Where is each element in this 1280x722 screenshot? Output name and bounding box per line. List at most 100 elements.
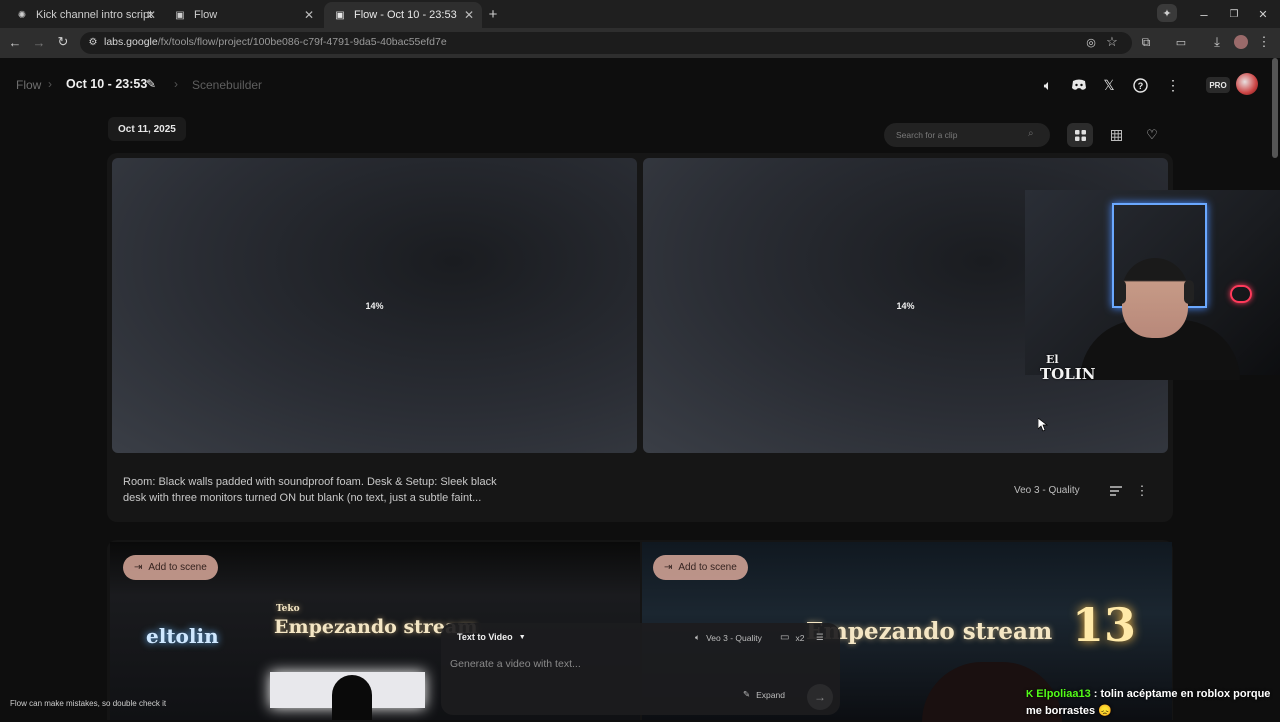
arrow-right-icon: → [814,690,826,704]
clip-model-label: Veo 3 - Quality [1014,485,1080,496]
add-to-scene-label: Add to scene [148,562,207,573]
aspect-ratio-icon: ▭ [780,632,790,643]
chat-username: Elpoliaa13 [1036,688,1091,700]
add-scene-icon: ⇥ [134,562,143,573]
pro-badge: PRO [1206,77,1230,93]
close-icon[interactable]: ✕ [304,8,314,22]
scene-right-number: 13 [1072,598,1137,652]
chat-message: K Elpoliaa13 : tolin acéptame en roblox … [1026,686,1280,719]
cam-logo: El TOLIN [1040,352,1096,382]
profile-avatar[interactable] [1234,35,1248,49]
more-vert-icon[interactable]: ⋮ [1162,74,1184,96]
headphone-left [1116,280,1126,304]
url-host: labs.google [104,36,158,48]
view-grid-large-button[interactable] [1067,123,1093,147]
extensions-icon[interactable]: ⧉ [1138,34,1154,50]
dropdown-caret-icon: ▼ [518,633,526,641]
send-arrow-button[interactable]: → [807,684,833,710]
flow-icon: ▣ [175,9,185,21]
sound-icon[interactable]: 🔈︎ [1037,74,1059,96]
reuse-prompt-icon[interactable] [1108,483,1124,499]
eye-off-icon[interactable]: ◎ [1083,34,1099,50]
scene-left-small-title: Teko [276,604,300,614]
cast-icon[interactable]: ▭ [1173,34,1189,50]
grid-large-icon [1074,129,1086,141]
add-to-scene-label: Add to scene [678,562,737,573]
download-icon[interactable]: ⤓ [1209,34,1225,50]
tab-label: Flow - Oct 10 - 23:53 [354,9,457,21]
view-grid-small-button[interactable] [1103,123,1129,147]
mouse-cursor [1037,417,1049,437]
chevron-right-icon: › [48,77,52,91]
minimize-icon[interactable]: – [1196,6,1212,22]
expand-button[interactable]: ✎ Expand [743,689,785,700]
kick-icon: K [1026,689,1034,700]
tab-label: Kick channel intro script [36,9,153,21]
output-count-button[interactable]: ▭ x2 [780,632,804,643]
project-title: Oct 10 - 23:53 [66,77,148,91]
progress-percent: 14% [896,300,915,311]
disclaimer-text: Flow can make mistakes, so double check … [10,699,167,708]
add-to-scene-button-right[interactable]: ⇥ Add to scene [653,555,748,580]
forward-icon[interactable]: → [30,34,48,50]
headphone-right [1184,280,1194,304]
help-icon[interactable]: ? [1129,74,1151,96]
date-chip: Oct 11, 2025 [108,117,186,141]
breadcrumb-scenebuilder[interactable]: Scenebuilder [192,78,262,92]
svg-text:?: ? [1137,81,1143,91]
heart-icon: ♡ [1146,127,1158,142]
clip-search-input[interactable] [896,129,1016,141]
clip-thumbnail-left[interactable]: 14% [112,158,637,453]
neon-sign-red [1230,285,1252,303]
generate-prompt-input[interactable] [450,657,730,671]
site-info-icon[interactable]: ⚙ [86,35,100,49]
add-scene-icon: ⇥ [664,562,673,573]
browser-tab-flow-active[interactable]: ▣ Flow - Oct 10 - 23:53 ✕ [324,2,482,28]
url-text: labs.google/fx/tools/flow/project/100be0… [104,36,447,48]
gemini-icon[interactable]: ✦ [1157,4,1177,22]
composer-settings-icon[interactable]: ☰ [816,632,824,643]
progress-percent: 14% [365,300,384,311]
add-to-scene-button-left[interactable]: ⇥ Add to scene [123,555,218,580]
bookmark-star-icon[interactable]: ☆ [1104,34,1120,50]
chair-silhouette [332,675,372,720]
tab-label: Flow [194,9,218,21]
sound-icon: 🔈︎ [695,632,701,642]
edit-pencil-icon[interactable]: ✎ [146,77,156,91]
flow-icon: ▣ [335,9,345,21]
composer-model-label: Veo 3 - Quality [706,632,762,643]
browser-menu-icon[interactable]: ⋮ [1257,34,1271,50]
x-twitter-icon[interactable]: 𝕏 [1098,74,1120,96]
user-avatar[interactable] [1236,73,1258,95]
composer-model-button[interactable]: 🔈︎ Veo 3 - Quality [695,632,762,643]
close-icon[interactable]: ✕ [146,8,156,22]
favorites-button[interactable]: ♡ [1139,123,1165,147]
clip-more-icon[interactable]: ⋮ [1135,483,1149,499]
scene-right-title: Empezando stream [806,618,1053,645]
browser-tab-kick-script[interactable]: ✺ Kick channel intro script ✕ [6,2,164,28]
back-icon[interactable]: ← [6,34,24,50]
mode-label: Text to Video [457,632,513,642]
page-scrollbar[interactable] [1272,58,1278,158]
output-count-label: x2 [795,632,805,643]
close-icon[interactable]: ✕ [464,8,474,22]
cam-logo-line2: TOLIN [1040,365,1096,383]
browser-tab-flow[interactable]: ▣ Flow ✕ [164,2,322,28]
streamer-head [1122,258,1188,338]
grid-small-icon [1110,129,1122,141]
expand-label: Expand [756,689,785,700]
magic-wand-icon: ✎ [743,689,751,699]
chevron-right-icon: › [174,77,178,91]
reload-icon[interactable]: ↻ [54,34,72,50]
gpt-icon: ✺ [17,9,27,21]
window-close-icon[interactable]: ✕ [1255,6,1271,22]
clip-prompt-text[interactable]: Room: Black walls padded with soundproof… [123,475,513,506]
restore-icon[interactable]: ❐ [1226,6,1242,22]
scene-neon-logo: eltolin [146,624,219,648]
url-path: /fx/tools/flow/project/100be086-c79f-479… [157,36,447,48]
mode-selector[interactable]: Text to Video ▼ [449,628,534,646]
breadcrumb-flow[interactable]: Flow [16,78,41,92]
search-icon[interactable]: ⌕ [1028,128,1034,139]
new-tab-icon[interactable]: + [484,6,502,23]
discord-icon[interactable] [1068,74,1090,96]
